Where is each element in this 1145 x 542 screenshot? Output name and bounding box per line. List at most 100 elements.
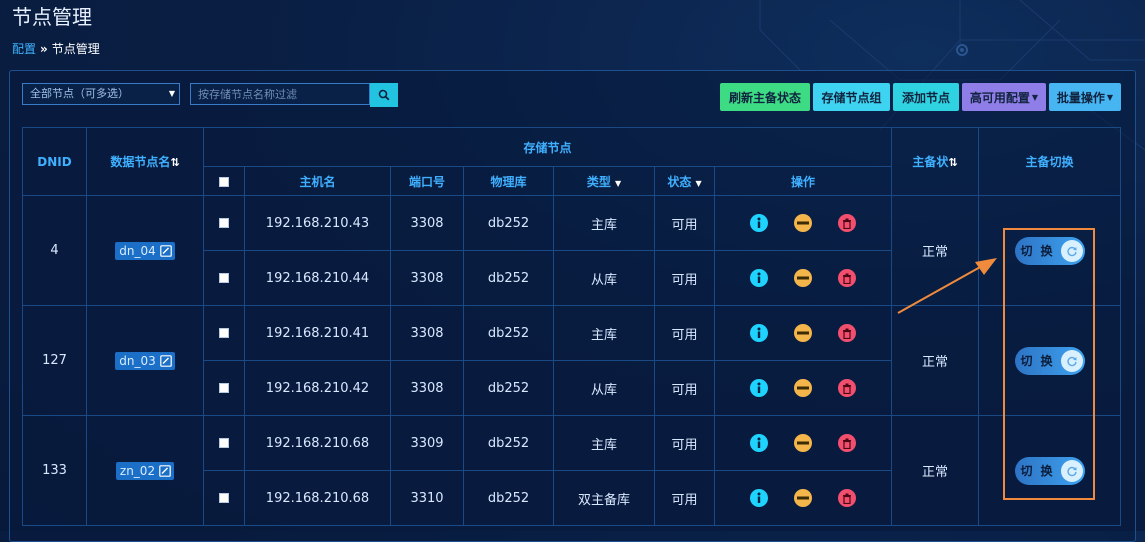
chevron-down-icon: ▼: [168, 89, 175, 98]
row-checkbox[interactable]: [219, 218, 229, 228]
type-cell: 主库: [553, 195, 655, 251]
row-checkbox[interactable]: [219, 493, 229, 503]
header-status[interactable]: 状态 ▼: [654, 166, 715, 196]
physical-db-cell: db252: [463, 360, 554, 416]
remove-icon[interactable]: [794, 434, 812, 452]
port-cell: 3309: [390, 415, 464, 471]
row-checkbox[interactable]: [219, 383, 229, 393]
info-icon[interactable]: [750, 214, 768, 232]
hostname-cell: 192.168.210.42: [244, 360, 391, 416]
search-button[interactable]: [370, 83, 398, 107]
datanode-name-cell: zn_02: [86, 415, 204, 526]
port-cell: 3308: [390, 250, 464, 306]
remove-icon[interactable]: [794, 489, 812, 507]
datanode-name-badge[interactable]: dn_04: [115, 241, 175, 260]
dnid-cell: 133: [22, 415, 87, 526]
page-header: 节点管理 配置» 节点管理: [12, 4, 100, 57]
row-select-cell[interactable]: [203, 305, 245, 361]
header-hostname: 主机名: [244, 166, 391, 196]
row-checkbox[interactable]: [219, 328, 229, 338]
storage-node-group-button[interactable]: 存储节点组: [813, 83, 890, 111]
header-select-all[interactable]: [203, 166, 245, 196]
row-select-cell[interactable]: [203, 470, 245, 526]
ms-status-cell: 正常: [891, 305, 980, 416]
info-icon[interactable]: [750, 434, 768, 452]
trash-icon[interactable]: [838, 379, 856, 397]
node-filter-select[interactable]: 全部节点（可多选） ▼: [22, 83, 180, 105]
header-ms-status[interactable]: 主备状⇅: [891, 127, 980, 196]
info-icon[interactable]: [750, 379, 768, 397]
breadcrumb-current: 节点管理: [51, 42, 100, 56]
type-cell: 从库: [553, 360, 655, 416]
caret-down-icon: ▼: [1106, 92, 1114, 102]
datanode-name-badge[interactable]: zn_02: [115, 461, 175, 480]
ms-status-cell: 正常: [891, 415, 980, 526]
edit-icon[interactable]: [159, 244, 172, 257]
breadcrumb-root-link[interactable]: 配置: [12, 42, 36, 56]
hostname-cell: 192.168.210.43: [244, 195, 391, 251]
header-type[interactable]: 类型 ▼: [553, 166, 655, 196]
remove-icon[interactable]: [794, 214, 812, 232]
hostname-cell: 192.168.210.41: [244, 305, 391, 361]
caret-down-icon: ▼: [695, 178, 702, 188]
status-cell: 可用: [654, 470, 715, 526]
header-storage-node: 存储节点: [202, 127, 893, 167]
datanode-name-badge[interactable]: dn_03: [115, 351, 175, 370]
trash-icon[interactable]: [838, 434, 856, 452]
page-title: 节点管理: [12, 5, 92, 29]
ha-config-dropdown-button[interactable]: 高可用配置 ▼: [962, 83, 1046, 111]
select-all-checkbox[interactable]: [219, 176, 229, 187]
type-cell: 双主备库: [553, 470, 655, 526]
table-row: 4 dn_04 192.168.210.43 3308 db252 主库 可用 正常 切换: [22, 195, 1122, 306]
row-select-cell[interactable]: [203, 195, 245, 251]
row-checkbox[interactable]: [219, 438, 229, 448]
add-node-button[interactable]: 添加节点: [893, 83, 959, 111]
storage-node-search-input[interactable]: [190, 83, 370, 105]
info-icon[interactable]: [750, 269, 768, 287]
sort-icon[interactable]: ⇅: [170, 156, 179, 169]
row-select-cell[interactable]: [203, 415, 245, 471]
operation-cell: [713, 305, 893, 361]
edit-icon[interactable]: [159, 354, 172, 367]
node-filter-value: 全部节点（可多选）: [30, 87, 129, 100]
row-checkbox[interactable]: [219, 273, 229, 283]
type-cell: 主库: [553, 415, 655, 471]
trash-icon[interactable]: [838, 324, 856, 342]
breadcrumb: 配置 » 节点管理: [12, 40, 100, 57]
table-row: 133 zn_02 192.168.210.68 3309 db252 主库 可用 正常 切换: [22, 415, 1122, 526]
header-datanode-name[interactable]: 数据节点名⇅: [86, 127, 204, 196]
batch-operation-dropdown-button[interactable]: 批量操作 ▼: [1049, 83, 1121, 111]
hostname-cell: 192.168.210.44: [244, 250, 391, 306]
remove-icon[interactable]: [794, 324, 812, 342]
header-physical-db: 物理库: [463, 166, 554, 196]
port-cell: 3310: [390, 470, 464, 526]
trash-icon[interactable]: [838, 489, 856, 507]
header-dnid: DNID: [22, 127, 87, 196]
operation-icons: [715, 214, 891, 232]
info-icon[interactable]: [750, 324, 768, 342]
refresh-ms-status-button[interactable]: 刷新主备状态: [720, 83, 810, 111]
operation-icons: [715, 434, 891, 452]
sort-icon[interactable]: ⇅: [948, 156, 957, 169]
remove-icon[interactable]: [794, 379, 812, 397]
operation-cell: [713, 360, 893, 416]
trash-icon[interactable]: [838, 269, 856, 287]
physical-db-cell: db252: [463, 470, 554, 526]
remove-icon[interactable]: [794, 269, 812, 287]
header-operation: 操作: [713, 166, 893, 196]
edit-icon[interactable]: [159, 464, 171, 477]
info-icon[interactable]: [750, 489, 768, 507]
search-icon: [378, 89, 390, 101]
breadcrumb-separator: »: [40, 42, 48, 56]
operation-icons: [715, 269, 891, 287]
physical-db-cell: db252: [463, 195, 554, 251]
datanode-name-cell: dn_03: [86, 305, 204, 416]
row-select-cell[interactable]: [203, 360, 245, 416]
operation-cell: [713, 415, 893, 471]
datanode-name-cell: dn_04: [86, 195, 204, 306]
port-cell: 3308: [390, 305, 464, 361]
trash-icon[interactable]: [838, 214, 856, 232]
operation-icons: [715, 379, 891, 397]
row-select-cell[interactable]: [203, 250, 245, 306]
caret-down-icon: ▼: [1031, 92, 1039, 102]
